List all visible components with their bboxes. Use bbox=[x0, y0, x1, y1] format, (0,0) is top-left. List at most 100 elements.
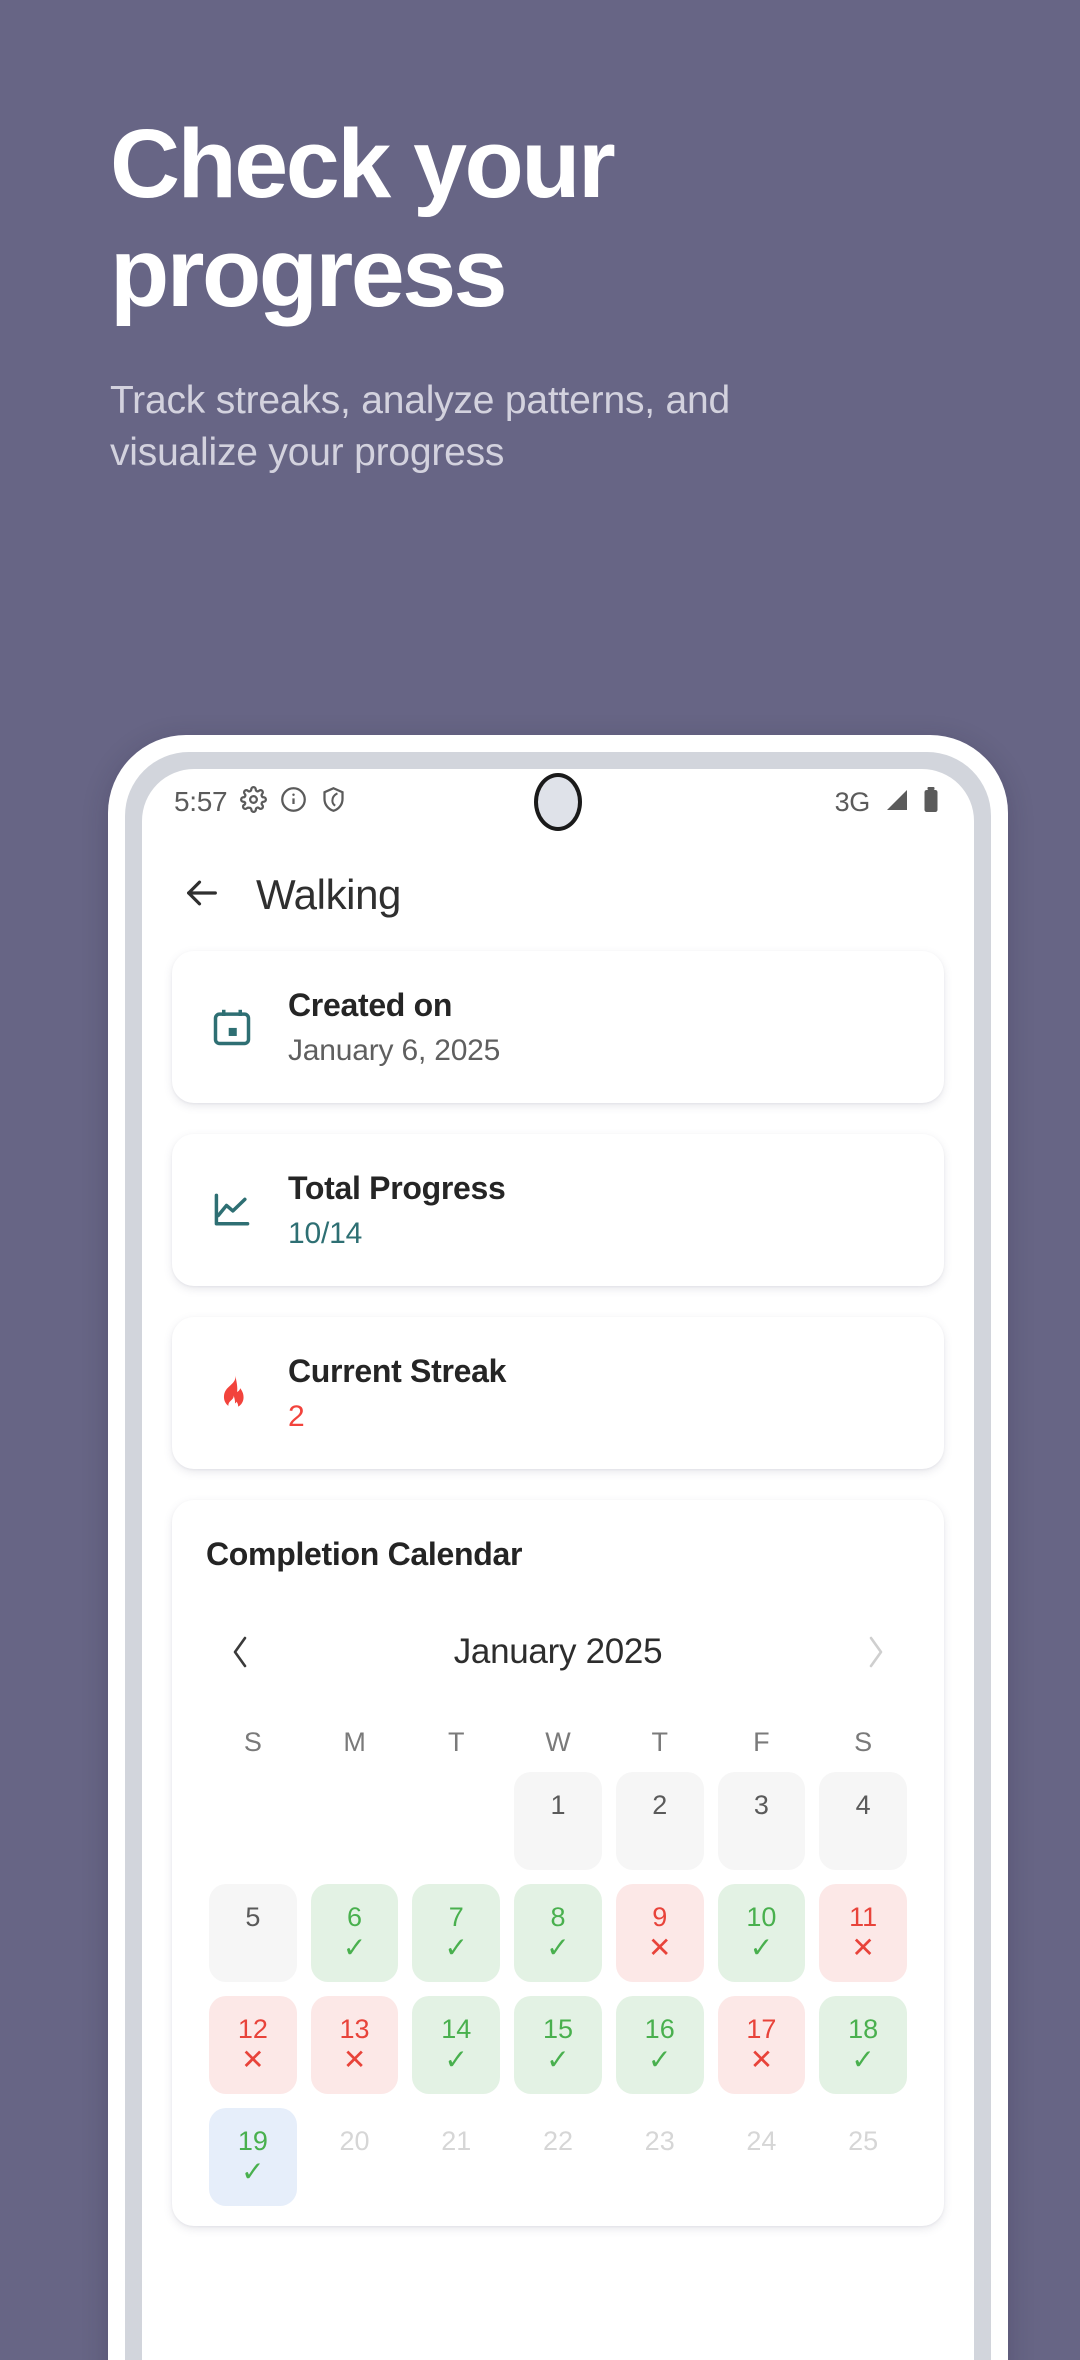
calendar-weekday-2: T bbox=[448, 1727, 465, 1757]
check-icon: ✓ bbox=[546, 2043, 570, 2075]
calendar-day-1[interactable]: 1 bbox=[514, 1772, 602, 1870]
calendar-day-number: 4 bbox=[855, 1789, 871, 1820]
check-icon: ✓ bbox=[342, 1931, 367, 1963]
calendar-icon bbox=[206, 1005, 258, 1049]
stat-body: Created on January 6, 2025 bbox=[288, 987, 500, 1068]
calendar-day-16[interactable]: 16 ✓ bbox=[615, 1996, 704, 2094]
calendar-day-24[interactable]: 24 bbox=[718, 2108, 806, 2206]
calendar-day-8[interactable]: 8 ✓ bbox=[514, 1884, 602, 1982]
calendar-day-6[interactable]: 6 ✓ bbox=[310, 1884, 399, 1982]
calendar-day-empty bbox=[209, 1772, 297, 1870]
calendar-day-number: 3 bbox=[753, 1789, 769, 1820]
clock: 5:57 bbox=[174, 786, 228, 817]
prev-month-button[interactable] bbox=[214, 1625, 268, 1679]
calendar-day-number: 20 bbox=[339, 2125, 370, 2156]
calendar-weekday-0: S bbox=[243, 1727, 262, 1757]
calendar-day-22[interactable]: 22 bbox=[514, 2108, 602, 2206]
phone-screen: 5:57 3G Walking Created on January 6, 20… bbox=[142, 769, 974, 2360]
info-icon bbox=[280, 786, 307, 818]
flame-icon bbox=[206, 1372, 258, 1414]
calendar-title: Completion Calendar bbox=[206, 1536, 523, 1572]
calendar-day-19[interactable]: 19 ✓ bbox=[209, 2108, 297, 2206]
cross-icon: ✕ bbox=[749, 2043, 774, 2075]
status-bar: 5:57 3G bbox=[142, 769, 974, 835]
calendar-day-number: 21 bbox=[441, 2125, 472, 2156]
calendar-day-18[interactable]: 18 ✓ bbox=[819, 1996, 907, 2094]
calendar-day-23[interactable]: 23 bbox=[616, 2108, 704, 2206]
calendar-day-number: 19 bbox=[237, 2125, 268, 2156]
next-month-button[interactable] bbox=[848, 1625, 902, 1679]
calendar-day-5[interactable]: 5 bbox=[209, 1884, 297, 1982]
calendar-day-number: 7 bbox=[448, 1901, 464, 1932]
calendar-day-3[interactable]: 3 bbox=[717, 1772, 806, 1870]
battery-icon bbox=[922, 786, 940, 819]
calendar-day-number: 18 bbox=[848, 2013, 879, 2044]
calendar-day-number: 17 bbox=[746, 2013, 777, 2044]
promo-header: Check your progress Track streaks, analy… bbox=[0, 0, 860, 478]
calendar-week-row: 12 ✕ 13 ✕ 14 ✓ 15 ✓ 16 ✓ 17 ✕ 18 ✓ bbox=[202, 1996, 914, 2094]
shield-icon bbox=[320, 786, 347, 818]
calendar-day-12[interactable]: 12 ✕ bbox=[209, 1996, 297, 2094]
phone-mockup: 5:57 3G Walking Created on January 6, 20… bbox=[108, 735, 1008, 2360]
calendar-day-number: 24 bbox=[746, 2125, 777, 2156]
calendar-month-nav: January 2025 bbox=[202, 1625, 914, 1679]
calendar-day-9[interactable]: 9 ✕ bbox=[615, 1884, 704, 1982]
calendar-day-7[interactable]: 7 ✓ bbox=[412, 1884, 501, 1982]
calendar-day-21[interactable]: 21 bbox=[412, 2108, 500, 2206]
back-arrow-icon[interactable] bbox=[182, 873, 222, 918]
completion-calendar-card: Completion Calendar January 2025 S M T W T… bbox=[172, 1500, 944, 2226]
calendar-weekday-4: T bbox=[651, 1727, 668, 1757]
camera-punch-hole bbox=[534, 773, 582, 831]
calendar-day-15[interactable]: 15 ✓ bbox=[514, 1996, 602, 2094]
calendar-day-13[interactable]: 13 ✕ bbox=[310, 1996, 399, 2094]
gear-icon bbox=[240, 786, 268, 818]
calendar-day-number: 10 bbox=[746, 1901, 777, 1932]
calendar-day-empty bbox=[311, 1772, 399, 1870]
calendar-day-number: 5 bbox=[245, 1901, 261, 1932]
calendar-day-number: 11 bbox=[849, 1901, 878, 1932]
stat-label: Created on bbox=[288, 986, 453, 1023]
calendar-weekday-3: W bbox=[545, 1727, 571, 1757]
calendar-day-number: 25 bbox=[848, 2125, 879, 2156]
app-bar: Walking bbox=[142, 835, 974, 951]
calendar-day-14[interactable]: 14 ✓ bbox=[412, 1996, 501, 2094]
stat-value: 2 bbox=[288, 1399, 305, 1433]
stat-value: January 6, 2025 bbox=[288, 1033, 501, 1067]
calendar-day-number: 15 bbox=[542, 2013, 574, 2044]
calendar-day-10[interactable]: 10 ✓ bbox=[717, 1884, 806, 1982]
stat-label: Current Streak bbox=[288, 1352, 507, 1389]
calendar-weekday-header: SMTWTFS bbox=[202, 1727, 914, 1758]
promo-subtitle: Track streaks, analyze patterns, and vis… bbox=[110, 379, 730, 474]
calendar-weekday-6: S bbox=[854, 1727, 873, 1757]
content-area: Created on January 6, 2025 Total Progres… bbox=[142, 951, 974, 2226]
calendar-weekday-5: F bbox=[753, 1727, 770, 1757]
calendar-weekday-1: M bbox=[343, 1727, 366, 1757]
chart-line-icon bbox=[206, 1188, 258, 1232]
stat-card-current-streak: Current Streak 2 bbox=[172, 1317, 944, 1469]
cross-icon: ✕ bbox=[647, 1931, 672, 1963]
calendar-day-number: 14 bbox=[441, 2013, 472, 2044]
calendar-weeks: 1 2 3 4 5 6 ✓ 7 ✓ 8 ✓ 9 ✕ 10 ✓ 11 ✕ 12 ✕ 13 ✕ 14 ✓ 15 ✓ 16 ✓ 17 ✕ 18 ✓… bbox=[202, 1772, 914, 2206]
calendar-day-empty bbox=[412, 1772, 500, 1870]
calendar-day-11[interactable]: 11 ✕ bbox=[819, 1884, 907, 1982]
calendar-day-20[interactable]: 20 bbox=[311, 2108, 399, 2206]
calendar-month-label: January 2025 bbox=[453, 1632, 663, 1671]
check-icon: ✓ bbox=[749, 1931, 774, 1963]
stat-label: Total Progress bbox=[288, 1169, 506, 1206]
calendar-day-number: 2 bbox=[652, 1789, 668, 1820]
calendar-day-number: 22 bbox=[542, 2125, 574, 2156]
calendar-week-row: 5 6 ✓ 7 ✓ 8 ✓ 9 ✕ 10 ✓ 11 ✕ bbox=[202, 1884, 914, 1982]
status-bar-right: 3G bbox=[835, 786, 940, 819]
calendar-day-number: 9 bbox=[652, 1901, 668, 1932]
calendar-day-number: 23 bbox=[644, 2125, 675, 2156]
calendar-day-4[interactable]: 4 bbox=[819, 1772, 907, 1870]
calendar-day-17[interactable]: 17 ✕ bbox=[717, 1996, 806, 2094]
calendar-week-row: 19 ✓ 20 21 22 23 24 25 bbox=[202, 2108, 914, 2206]
status-bar-left: 5:57 bbox=[174, 786, 347, 818]
calendar-day-25[interactable]: 25 bbox=[819, 2108, 907, 2206]
check-icon: ✓ bbox=[647, 2043, 672, 2075]
check-icon: ✓ bbox=[851, 2043, 875, 2075]
calendar-day-2[interactable]: 2 bbox=[615, 1772, 704, 1870]
stat-card-total-progress: Total Progress 10/14 bbox=[172, 1134, 944, 1286]
cross-icon: ✕ bbox=[851, 1931, 875, 1963]
